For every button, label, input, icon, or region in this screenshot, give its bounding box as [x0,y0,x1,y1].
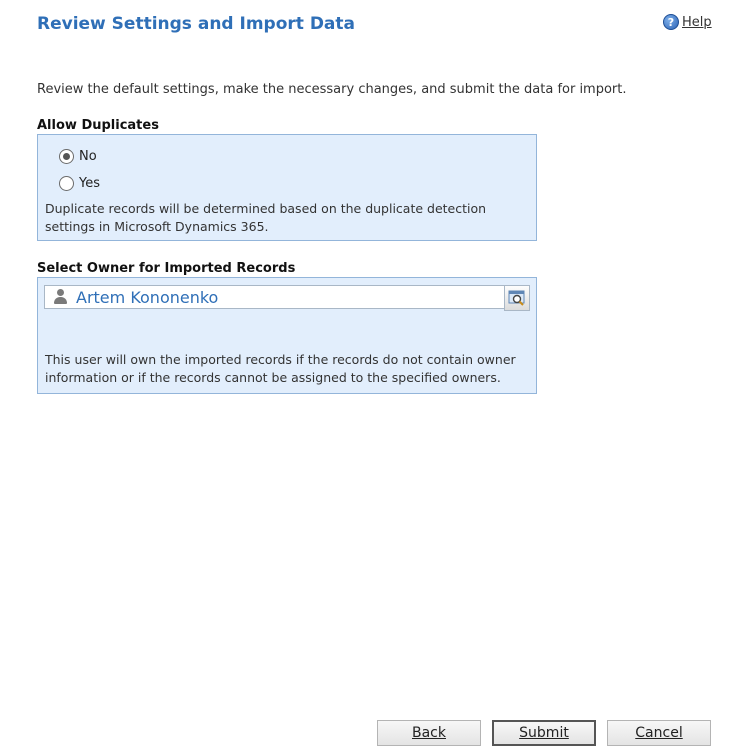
duplicates-note: Duplicate records will be determined bas… [45,201,487,234]
user-icon [53,287,71,307]
help-icon[interactable]: ? [663,14,679,30]
lookup-search-icon[interactable] [508,289,526,307]
radio-no[interactable] [59,149,74,164]
owner-note: This user will own the imported records … [45,352,516,385]
help-label[interactable]: Help [682,15,712,30]
allow-duplicates-panel: No Yes Duplicate records will be determi… [37,134,537,241]
help-link[interactable]: ? Help [663,14,712,30]
owner-lookup-value[interactable]: Artem Kononenko [76,288,218,307]
submit-button[interactable]: Submit [492,720,596,746]
radio-no-label[interactable]: No [79,149,97,164]
owner-lookup-field[interactable]: Artem Kononenko [44,285,530,309]
lookup-search-button[interactable] [504,285,530,311]
page-title: Review Settings and Import Data [37,14,356,34]
intro-text: Review the default settings, make the ne… [37,82,627,97]
radio-option-no[interactable]: No [59,149,97,164]
allow-duplicates-label: Allow Duplicates [37,118,159,133]
radio-option-yes[interactable]: Yes [59,176,100,191]
owner-panel: Artem Kononenko This user will own the i… [37,277,537,394]
import-review-page: Review Settings and Import Data ? Help R… [0,0,746,756]
radio-yes-label[interactable]: Yes [79,176,100,191]
owner-label: Select Owner for Imported Records [37,261,296,276]
radio-yes[interactable] [59,176,74,191]
cancel-button[interactable]: Cancel [607,720,711,746]
back-button[interactable]: Back [377,720,481,746]
